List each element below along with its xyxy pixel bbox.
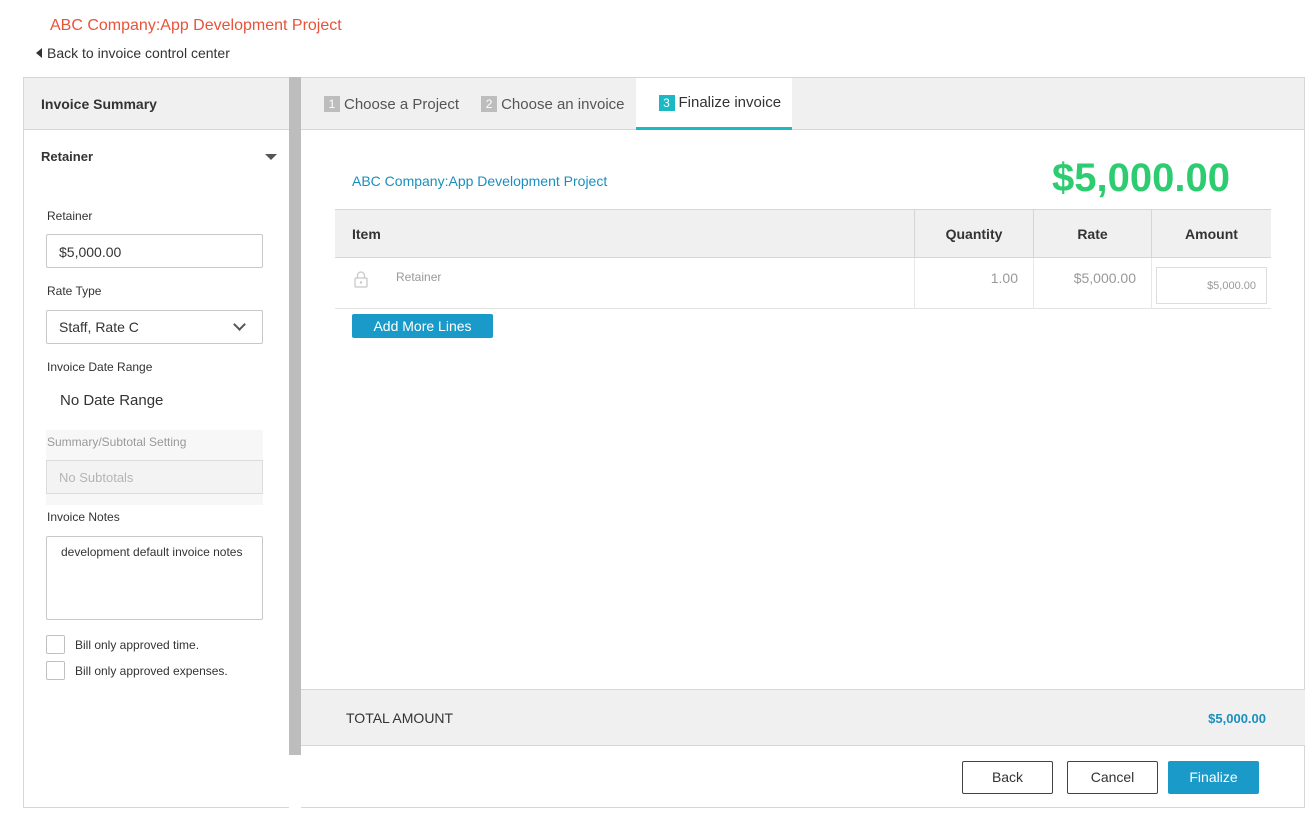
total-amount-value: $5,000.00 xyxy=(1208,711,1266,726)
subtotal-setting-group: Summary/Subtotal Setting No Subtotals xyxy=(46,430,263,505)
tab-label: Choose a Project xyxy=(344,95,460,113)
cancel-button[interactable]: Cancel xyxy=(1067,761,1158,794)
step-number-badge: 3 xyxy=(658,94,675,111)
invoice-summary-panel: Invoice Summary Retainer Retainer $5,000… xyxy=(23,77,291,808)
project-link[interactable]: ABC Company:App Development Project xyxy=(352,173,607,189)
caret-down-icon xyxy=(265,153,277,160)
retainer-section-toggle[interactable]: Retainer xyxy=(41,149,277,164)
approved-expenses-label: Bill only approved expenses. xyxy=(75,663,228,678)
quantity-cell: 1.00 xyxy=(915,258,1034,308)
retainer-input[interactable]: $5,000.00 xyxy=(46,234,263,268)
finalize-button[interactable]: Finalize xyxy=(1168,761,1259,794)
rate-type-label: Rate Type xyxy=(47,284,102,298)
scrollbar-gap xyxy=(289,755,301,808)
rate-type-select[interactable]: Staff, Rate C xyxy=(46,310,263,344)
step-number-badge: 1 xyxy=(324,96,340,112)
approved-expenses-checkbox[interactable] xyxy=(46,661,65,680)
table-header: Item Quantity Rate Amount xyxy=(335,209,1271,258)
back-link-label: Back to invoice control center xyxy=(47,45,230,61)
date-range-value: No Date Range xyxy=(60,392,164,409)
column-header-rate: Rate xyxy=(1034,210,1152,257)
retainer-section-label: Retainer xyxy=(41,149,94,164)
approved-time-label: Bill only approved time. xyxy=(75,637,200,652)
item-name: Retainer xyxy=(396,270,442,284)
amount-cell: $5,000.00 xyxy=(1152,258,1271,308)
approved-time-checkbox[interactable] xyxy=(46,635,65,654)
back-to-control-center-link[interactable]: Back to invoice control center xyxy=(36,45,230,61)
caret-left-icon xyxy=(36,48,42,58)
date-range-label: Invoice Date Range xyxy=(47,360,153,374)
tab-label: Choose an invoice xyxy=(501,95,625,113)
tab-choose-project[interactable]: 1 Choose a Project xyxy=(313,78,470,130)
subtotal-setting-select: No Subtotals xyxy=(46,460,263,494)
invoice-summary-title: Invoice Summary xyxy=(24,78,290,130)
retainer-label: Retainer xyxy=(47,209,93,223)
invoice-lines-table: Item Quantity Rate Amount Retainer 1.00 … xyxy=(335,209,1271,309)
column-header-item: Item xyxy=(335,210,915,257)
total-amount-label: TOTAL AMOUNT xyxy=(346,710,454,726)
subtotal-setting-label: Summary/Subtotal Setting xyxy=(47,435,187,449)
column-header-quantity: Quantity xyxy=(915,210,1034,257)
column-header-amount: Amount xyxy=(1185,225,1238,242)
approved-expenses-row[interactable]: Bill only approved expenses. xyxy=(46,661,228,680)
tab-choose-invoice[interactable]: 2 Choose an invoice xyxy=(470,78,635,130)
chevron-down-icon xyxy=(233,318,246,331)
total-amount-bar: TOTAL AMOUNT $5,000.00 xyxy=(301,689,1305,746)
invoice-notes-textarea[interactable]: development default invoice notes xyxy=(46,536,263,620)
wizard-tabs: 1 Choose a Project 2 Choose an invoice 3… xyxy=(301,78,1304,130)
approved-time-row[interactable]: Bill only approved time. xyxy=(46,635,199,654)
rate-type-value: Staff, Rate C xyxy=(59,319,139,335)
lock-icon xyxy=(354,271,368,288)
item-cell: Retainer xyxy=(335,258,915,308)
rate-cell: $5,000.00 xyxy=(1034,258,1152,308)
table-row: Retainer 1.00 $5,000.00 $5,000.00 xyxy=(335,258,1271,309)
step-number-badge: 2 xyxy=(481,96,498,112)
tab-finalize-invoice[interactable]: 3 Finalize invoice xyxy=(635,78,793,130)
page-title: ABC Company:App Development Project xyxy=(50,17,342,34)
invoice-main-panel: 1 Choose a Project 2 Choose an invoice 3… xyxy=(301,77,1305,808)
tab-label: Finalize invoice xyxy=(678,94,782,111)
back-button[interactable]: Back xyxy=(962,761,1053,794)
invoice-notes-label: Invoice Notes xyxy=(47,510,120,524)
invoice-total-display: $5,000.00 xyxy=(1052,156,1230,200)
left-panel-scrollbar[interactable] xyxy=(289,77,301,808)
add-more-lines-button[interactable]: Add More Lines xyxy=(352,314,493,338)
amount-input[interactable]: $5,000.00 xyxy=(1156,267,1267,304)
